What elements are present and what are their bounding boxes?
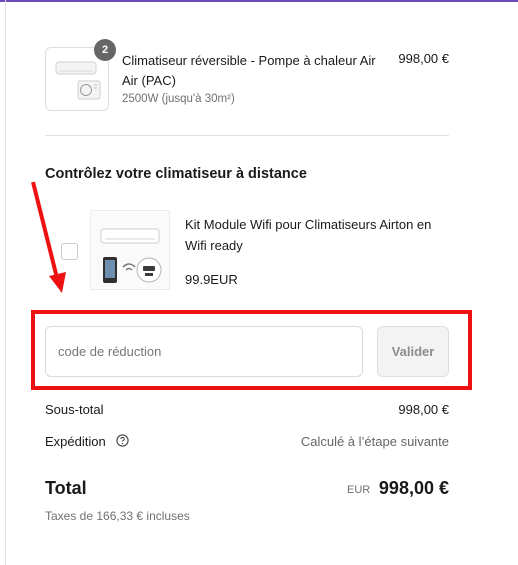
- subtotal-value: 998,00 €: [398, 402, 449, 417]
- upsell-heading: Contrôlez votre climatiseur à distance: [45, 166, 307, 182]
- upsell-product-thumbnail: [90, 210, 170, 290]
- quantity-badge: 2: [94, 39, 116, 61]
- annotation-highlight-box: [31, 310, 472, 390]
- cart-line-item: 2 Climatiseur réversible - Pompe à chale…: [45, 39, 449, 111]
- help-circle-icon[interactable]: [116, 434, 129, 447]
- panel-left-border: [5, 0, 6, 565]
- taxes-note: Taxes de 166,33 € incluses: [45, 509, 190, 523]
- upsell-product-price: 99.9EUR: [185, 272, 238, 287]
- top-accent-bar: [0, 0, 518, 2]
- cart-item-variant: 2500W (jusqu'à 30m²): [122, 93, 235, 105]
- wifi-module-icon: [100, 228, 162, 283]
- total-amount: 998,00 €: [378, 478, 449, 498]
- cart-item-title: Climatiseur réversible - Pompe à chaleur…: [122, 53, 376, 88]
- shipping-label: Expédition: [45, 434, 106, 449]
- cart-item-price: 998,00 €: [398, 51, 449, 66]
- section-divider: [45, 135, 449, 136]
- upsell-product-title: Kit Module Wifi pour Climatiseurs Airton…: [185, 217, 432, 253]
- shipping-value: Calculé à l’étape suivante: [300, 434, 449, 449]
- upsell-checkbox[interactable]: [61, 243, 78, 260]
- total-label: Total: [45, 478, 87, 498]
- subtotal-label: Sous-total: [45, 402, 104, 417]
- total-currency: EUR: [347, 484, 371, 496]
